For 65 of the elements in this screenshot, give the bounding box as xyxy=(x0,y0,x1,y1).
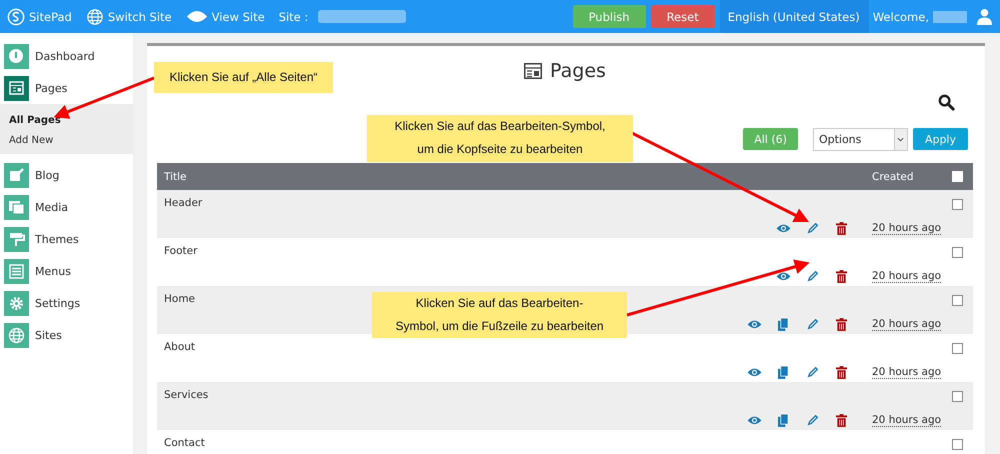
row-checkbox[interactable] xyxy=(952,439,963,450)
welcome-text: Welcome, xyxy=(872,10,929,24)
column-header: Title xyxy=(164,170,188,182)
page-title-link[interactable]: Contact xyxy=(164,437,205,454)
created-date: 20 hours ago xyxy=(872,222,942,235)
delete-icon[interactable] xyxy=(836,414,847,427)
edit-icon[interactable] xyxy=(806,318,818,330)
page-title: Pages xyxy=(550,60,606,82)
row-checkbox[interactable] xyxy=(952,343,963,354)
search-icon[interactable] xyxy=(938,94,955,111)
layout-icon xyxy=(524,63,542,79)
column-header: Created xyxy=(872,170,915,182)
edit-icon[interactable] xyxy=(806,270,818,282)
page-title-link[interactable]: Home xyxy=(164,293,196,312)
page-title-link[interactable]: Header xyxy=(164,197,202,216)
callout-note: Klicken Sie auf „Alle Seiten“ xyxy=(154,62,333,93)
delete-icon[interactable] xyxy=(836,318,847,331)
copy-icon[interactable] xyxy=(778,318,789,331)
page-title-link[interactable]: Services xyxy=(164,389,208,408)
sidebar-item[interactable]: Sites xyxy=(35,328,62,342)
sidebar-item[interactable]: Media xyxy=(35,200,68,214)
callout-note: Klicken Sie auf das Bearbeiten-Symbol, um die Kopfseite zu bearbeiten xyxy=(367,115,633,162)
created-date: 20 hours ago xyxy=(872,366,942,379)
submenu-item[interactable]: Add New xyxy=(9,130,133,150)
eye-icon xyxy=(186,10,208,23)
edit-icon[interactable] xyxy=(806,414,818,426)
page-title-link[interactable]: Footer xyxy=(164,245,198,264)
sidebar-item[interactable]: Themes xyxy=(35,232,79,246)
created-date: 20 hours ago xyxy=(872,414,942,427)
row-checkbox[interactable] xyxy=(952,391,963,402)
options-select[interactable]: Options xyxy=(812,128,908,150)
created-date: 20 hours ago xyxy=(872,270,942,283)
caret-icon xyxy=(897,136,904,142)
spiral-logo-icon xyxy=(7,8,25,26)
view-icon xyxy=(776,272,791,281)
user-icon xyxy=(977,8,992,25)
reset-button[interactable]: Reset xyxy=(650,5,715,28)
edit-icon[interactable] xyxy=(806,222,818,234)
sidebar-item[interactable]: Dashboard xyxy=(35,50,95,62)
view-icon xyxy=(747,368,762,377)
callout-note: Klicken Sie auf das Bearbeiten- Symbol, um die Fußzeile zu bearbeiten xyxy=(372,292,627,338)
row-checkbox[interactable] xyxy=(952,295,963,306)
blurred-text xyxy=(933,10,967,22)
delete-icon[interactable] xyxy=(836,222,847,235)
view-icon xyxy=(776,224,791,233)
page-title-link[interactable]: About xyxy=(164,341,196,360)
copy-icon[interactable] xyxy=(778,414,789,427)
language-selector[interactable]: English (United States) xyxy=(720,0,869,33)
view-icon xyxy=(747,320,762,329)
select-all-checkbox[interactable] xyxy=(952,171,963,182)
delete-icon[interactable] xyxy=(836,366,847,379)
row-checkbox[interactable] xyxy=(952,199,963,210)
sidebar-item[interactable]: Settings xyxy=(35,296,80,310)
view-icon xyxy=(747,416,762,425)
sidebar-item[interactable]: Menus xyxy=(35,264,71,278)
delete-icon[interactable] xyxy=(836,270,847,283)
copy-icon[interactable] xyxy=(778,366,789,379)
sidebar-item[interactable]: Pages xyxy=(35,82,68,94)
created-date: 20 hours ago xyxy=(872,318,942,331)
submenu-item[interactable]: All Pages xyxy=(9,110,133,130)
site-label: Site : xyxy=(278,10,308,24)
edit-icon[interactable] xyxy=(806,366,818,378)
row-checkbox[interactable] xyxy=(952,247,963,258)
globe-icon xyxy=(86,8,104,26)
sidebar-item[interactable]: Blog xyxy=(35,168,60,182)
